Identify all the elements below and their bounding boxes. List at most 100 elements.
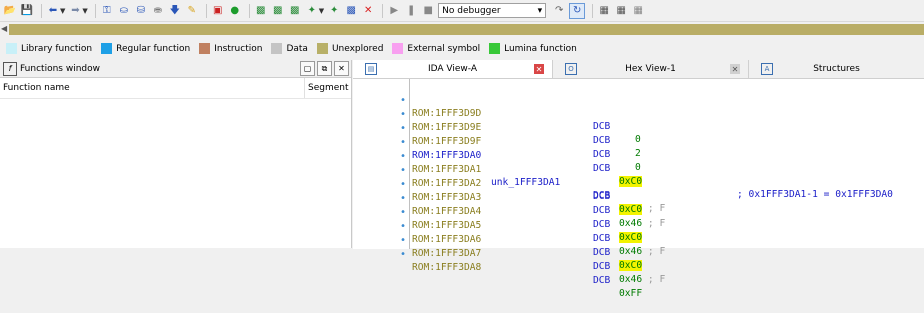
tab-label: Structures <box>813 64 860 74</box>
listing-row[interactable]: • ROM:1FFF3DA5 DCB 0x46 ; F <box>353 193 665 257</box>
bullet-icon: • <box>400 151 407 162</box>
tab-label: IDA View-A <box>427 64 477 74</box>
chart-icon-2[interactable]: ▩ <box>271 4 285 18</box>
search-next-icon[interactable]: ⛂ <box>151 4 165 18</box>
tab-structures[interactable]: A Structures <box>749 60 924 78</box>
nav-left-arrow-icon[interactable]: ◀ <box>1 24 7 33</box>
address: ROM:1FFF3D9D <box>412 108 482 119</box>
legend-label: External symbol <box>407 43 481 54</box>
operand-value: 0 <box>635 134 641 145</box>
operand: 0 <box>635 161 641 174</box>
comment: ; F <box>647 274 666 285</box>
delete-icon[interactable]: ✕ <box>361 4 375 18</box>
clear-breakpoints-icon[interactable]: ▦ <box>631 4 645 18</box>
search-immediate-icon[interactable]: ⛁ <box>134 4 148 18</box>
forward-dropdown-icon[interactable]: ▼ <box>82 7 87 15</box>
bullet-icon: • <box>400 95 407 106</box>
chart-icon-4[interactable]: ▩ <box>344 4 358 18</box>
legend-label: Lumina function <box>504 43 577 54</box>
listing-row[interactable]: • ROM:1FFF3DA1 unk_1FFF3DA1 DCB 0x46 ; F <box>353 137 665 214</box>
mnemonic: DCB <box>593 261 611 272</box>
listing-row[interactable]: • ROM:1FFF3D9E DCB 2 <box>353 95 641 159</box>
operand-value: 2 <box>635 148 641 159</box>
green-circle-icon[interactable]: ● <box>228 4 242 18</box>
close-tab-icon[interactable]: ✕ <box>534 64 544 74</box>
save-icon[interactable]: 💾 <box>20 4 34 18</box>
legend-item: Unexplored <box>316 43 383 54</box>
pause-icon[interactable]: ❚ <box>404 4 418 18</box>
functions-table-header: Function name Segment <box>0 78 351 99</box>
sparkle-dropdown-icon[interactable]: ▼ <box>319 7 324 15</box>
data-label[interactable]: unk_1FFF3DA1 <box>491 176 560 189</box>
bullet-icon: • <box>400 235 407 246</box>
search-binary-icon[interactable]: ⛀ <box>117 4 131 18</box>
listing-row[interactable]: • ROM:1FFF3DA0 DCB 0xC0 ; 0x1FFF3DA1-1 =… <box>353 123 893 200</box>
view-tabs: ▤ IDA View-A ✕ O Hex View-1 ✕ A Structur… <box>353 60 924 79</box>
listing-row[interactable]: • ROM:1FFF3DA7 DCB 0x46 ; F <box>353 221 665 285</box>
mnemonic: DCB <box>593 149 611 160</box>
legend-item: Data <box>271 43 308 54</box>
forward-arrow-icon[interactable]: ➡ <box>68 4 82 18</box>
column-function-name[interactable]: Function name <box>3 83 70 93</box>
operand: 0xC0 <box>619 231 643 244</box>
chart-icon-1[interactable]: ▩ <box>254 4 268 18</box>
tab-ida-view-a[interactable]: ▤ IDA View-A ✕ <box>353 60 553 78</box>
back-dropdown-icon[interactable]: ▼ <box>60 7 65 15</box>
listing-row[interactable]: • ROM:1FFF3D9F DCB 0 <box>353 109 641 173</box>
operand: 0xC0 <box>619 175 643 188</box>
gutter-divider <box>409 79 410 249</box>
legend-swatch <box>101 43 113 54</box>
close-icon[interactable]: ✕ <box>334 61 349 76</box>
chevron-down-icon: ▾ <box>537 5 543 16</box>
navigation-strip[interactable] <box>9 24 924 35</box>
graph-view-icon[interactable]: ▣ <box>211 4 225 18</box>
operand-value: 0xC0 <box>619 232 643 243</box>
debugger-select-value: No debugger <box>442 5 501 16</box>
open-folder-icon[interactable]: 📂 <box>3 4 17 18</box>
attach-icon[interactable]: ↷ <box>552 4 566 18</box>
address: ROM:1FFF3DA2 <box>412 178 482 189</box>
legend-swatch <box>271 43 283 54</box>
listing-row[interactable]: • ROM:1FFF3D9D DCB 0 <box>353 81 641 145</box>
debugger-select[interactable]: No debugger ▾ <box>438 3 547 18</box>
tab-hex-view[interactable]: O Hex View-1 ✕ <box>553 60 749 78</box>
bullet-icon: • <box>400 193 407 204</box>
stop-icon[interactable]: ■ <box>421 4 435 18</box>
functions-window-titlebar[interactable]: f Functions window ▢ ⧉ ✕ <box>0 60 351 78</box>
operand-value: 0xC0 <box>619 204 643 215</box>
listing-row[interactable]: • ROM:1FFF3DA2 DCB 0xC0 <box>353 151 643 215</box>
legend-swatch <box>6 43 17 54</box>
listing-row[interactable]: • ROM:1FFF3DA4 DCB 0xC0 <box>353 179 643 243</box>
listing-row[interactable]: • ROM:1FFF3DA6 DCB 0xC0 <box>353 207 643 271</box>
sparkle-icon-2[interactable]: ✦ <box>327 4 341 18</box>
toolbar-separator <box>382 3 384 18</box>
toolbar-separator <box>41 3 42 18</box>
refresh-icon[interactable]: ↻ <box>569 2 586 19</box>
address: ROM:1FFF3DA0 <box>412 150 482 161</box>
jump-down-icon[interactable]: 🡇 <box>168 4 182 18</box>
mnemonic: DCB <box>593 205 611 216</box>
legend-label: Regular function <box>116 43 191 54</box>
play-icon[interactable]: ▶ <box>387 4 401 18</box>
mnemonic: DCB <box>593 191 611 202</box>
close-tab-icon[interactable]: ✕ <box>730 64 740 74</box>
comment: ; F <box>647 218 666 229</box>
chart-icon-3[interactable]: ▩ <box>288 4 302 18</box>
mnemonic: DCB <box>593 219 611 230</box>
function-icon: f <box>3 61 17 76</box>
search-text-icon[interactable]: ⚿ <box>100 4 114 18</box>
mark-icon[interactable]: ✎ <box>185 4 199 18</box>
minimize-icon[interactable]: ▢ <box>300 61 315 76</box>
legend-item: Regular function <box>101 43 190 54</box>
column-segment[interactable]: Segment <box>304 78 349 98</box>
listing-row[interactable]: • ROM:1FFF3DA3 DCB 0x46 ; F <box>353 165 665 229</box>
back-arrow-icon[interactable]: ⬅ <box>46 4 60 18</box>
legend-item: Lumina function <box>489 43 577 54</box>
float-window-icon[interactable]: ⧉ <box>317 61 332 76</box>
legend-swatch <box>489 43 501 54</box>
operand-value: 0x46 <box>619 218 643 229</box>
breakpoint-icon[interactable]: ▦ <box>597 4 611 18</box>
listing-row[interactable]: • ROM:1FFF3DA8 DCB 0xFF <box>353 235 642 299</box>
sparkle-icon[interactable]: ✦ <box>305 4 319 18</box>
breakpoint-list-icon[interactable]: ▦ <box>614 4 628 18</box>
